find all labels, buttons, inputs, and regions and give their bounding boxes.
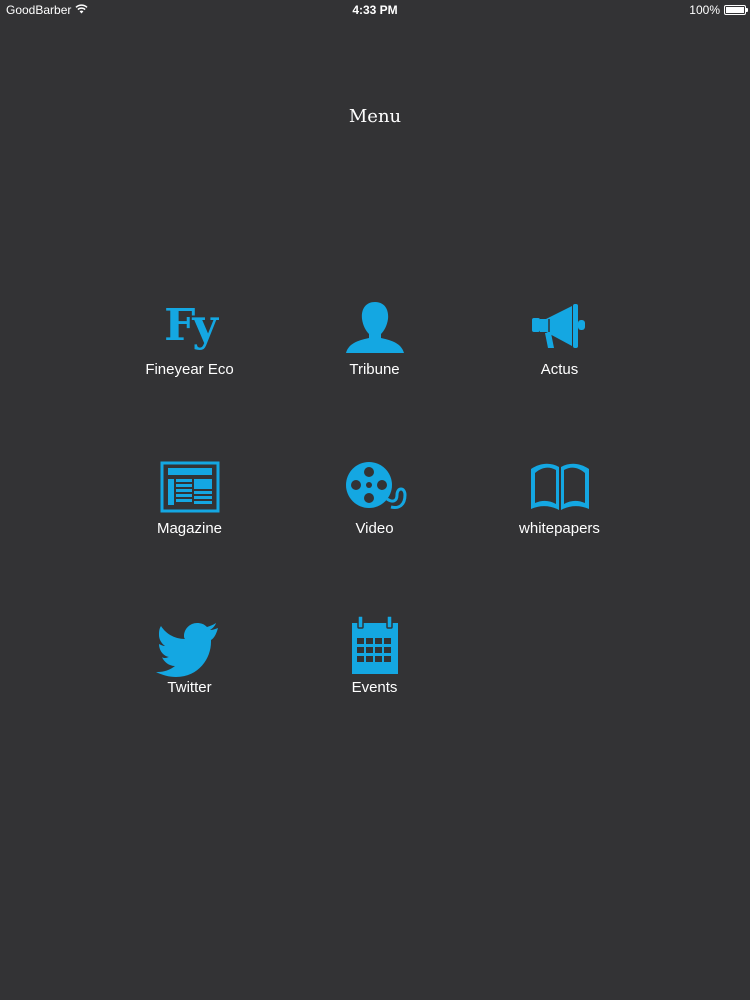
twitter-bird-icon xyxy=(155,616,222,677)
menu-item-fineyear-eco[interactable]: Fy Fineyear Eco xyxy=(97,298,282,457)
menu-item-label: Video xyxy=(355,520,394,537)
menu-item-label: Twitter xyxy=(167,679,212,696)
menu-item-label: Magazine xyxy=(156,520,223,537)
fineyear-logo-text: Fy xyxy=(164,300,218,351)
menu-item-actus[interactable]: Actus xyxy=(467,298,652,457)
person-icon xyxy=(343,298,407,358)
menu-item-tribune[interactable]: Tribune xyxy=(282,298,467,457)
status-time: 4:33 PM xyxy=(352,3,398,17)
menu-screen: GoodBarber 4:33 PM 100% Menu Fy Fineyear… xyxy=(0,0,750,1000)
menu-grid: Fy Fineyear Eco Tribune Actus Magazine V… xyxy=(97,298,653,775)
open-book-icon xyxy=(528,457,592,517)
page-title: Menu xyxy=(348,106,402,127)
menu-item-label: Fineyear Eco xyxy=(145,361,234,378)
calendar-icon xyxy=(343,615,407,676)
status-bar: GoodBarber 4:33 PM 100% xyxy=(0,0,750,22)
menu-item-twitter[interactable]: Twitter xyxy=(97,616,282,775)
battery-percent: 100% xyxy=(689,3,720,17)
menu-item-video[interactable]: Video xyxy=(282,457,467,616)
fineyear-logo-icon: Fy xyxy=(158,298,222,358)
film-reel-icon xyxy=(343,457,407,517)
menu-item-whitepapers[interactable]: whitepapers xyxy=(467,457,652,616)
menu-item-events[interactable]: Events xyxy=(282,615,467,775)
menu-item-magazine[interactable]: Magazine xyxy=(97,457,282,616)
megaphone-icon xyxy=(528,298,592,358)
battery-indicator: 100% xyxy=(689,3,748,17)
menu-item-label: Tribune xyxy=(349,361,400,378)
menu-item-label: whitepapers xyxy=(519,520,600,537)
battery-fill xyxy=(726,7,744,13)
menu-item-label: Events xyxy=(351,679,398,696)
newspaper-icon xyxy=(158,457,222,517)
menu-item-label: Actus xyxy=(540,361,579,378)
battery-icon xyxy=(724,5,748,15)
